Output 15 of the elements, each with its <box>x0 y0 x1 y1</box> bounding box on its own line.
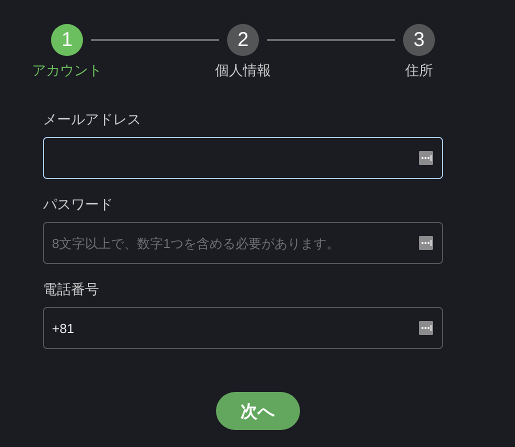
password-manager-icon[interactable] <box>419 151 433 165</box>
step-number: 2 <box>227 24 259 56</box>
input-field[interactable]: 8文字以上で、数字1つを含める必要があります。 <box>43 222 443 264</box>
field-label: 電話番号 <box>43 280 100 298</box>
step-number: 1 <box>51 24 83 56</box>
password-manager-icon[interactable] <box>419 236 433 250</box>
input-field[interactable] <box>43 137 443 179</box>
field-label: メールアドレス <box>43 110 142 128</box>
input-field[interactable]: +81 <box>43 307 443 349</box>
step-number: 3 <box>403 24 435 56</box>
step-label: 個人情報 <box>215 62 271 80</box>
password-manager-icon[interactable] <box>419 321 433 335</box>
step-label: 住所 <box>405 62 433 80</box>
step-label: アカウント <box>32 62 102 80</box>
field-label: パスワード <box>43 195 114 213</box>
